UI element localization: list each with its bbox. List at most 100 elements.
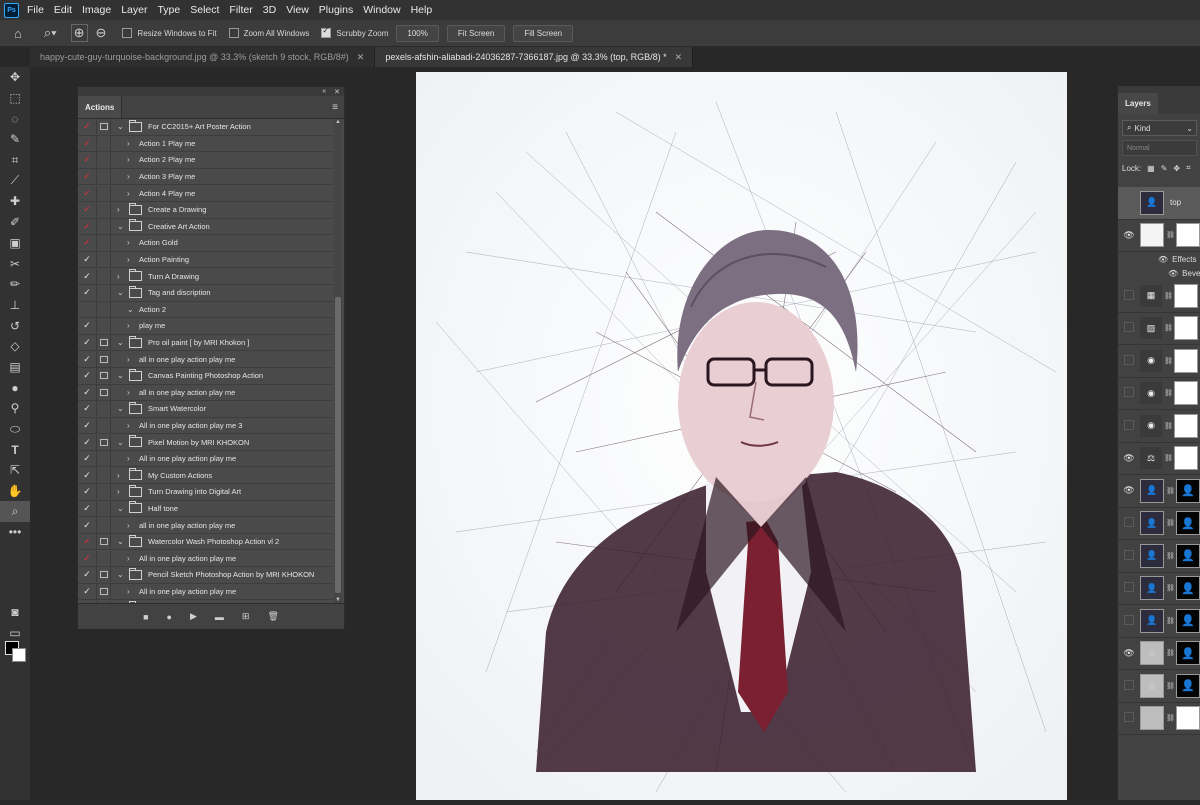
visibility-toggle-icon[interactable]	[1118, 550, 1140, 562]
action-set-row[interactable]: ✓›Create a Drawing	[78, 202, 333, 219]
layer-mask-thumbnail[interactable]	[1174, 349, 1198, 373]
quick-selection-tool-icon[interactable]: ✎	[0, 129, 30, 150]
eye-icon[interactable]: 👁	[1118, 648, 1140, 659]
dialog-toggle-icon[interactable]	[96, 302, 111, 317]
menu-3d[interactable]: 3D	[263, 4, 276, 16]
layer-mask-thumbnail[interactable]	[1176, 223, 1200, 247]
layer-row[interactable]: 👤⛓👤	[1118, 540, 1200, 573]
visibility-toggle-icon[interactable]	[1118, 420, 1140, 432]
dialog-toggle-icon[interactable]	[96, 269, 111, 284]
layer-row[interactable]: ☺⛓👤	[1118, 670, 1200, 703]
scissors-tool-icon[interactable]: ✂	[0, 253, 30, 274]
lock-image-icon[interactable]: ✎	[1161, 164, 1168, 173]
layer-row[interactable]: 👤top	[1118, 187, 1200, 220]
layer-row[interactable]: ◉⛓	[1118, 410, 1200, 443]
layer-row[interactable]: 👤⛓👤	[1118, 508, 1200, 541]
action-set-row[interactable]: ✓⌄Creative Art Action	[78, 219, 333, 236]
action-row[interactable]: ✓›all in one play action play me	[78, 351, 333, 368]
layer-mask-thumbnail[interactable]	[1176, 706, 1200, 730]
layer-row[interactable]: ⛓	[1118, 703, 1200, 736]
fill-screen-button[interactable]: Fill Screen	[513, 25, 573, 42]
zoom-all-windows-checkbox[interactable]: Zoom All Windows	[229, 28, 310, 38]
dialog-toggle-icon[interactable]	[96, 352, 111, 367]
scrubby-zoom-checkbox[interactable]: Scrubby Zoom	[321, 28, 388, 38]
camera-layer-thumbnail-icon[interactable]: ◉	[1140, 382, 1162, 404]
dialog-toggle-icon[interactable]	[96, 285, 111, 300]
menu-image[interactable]: Image	[82, 4, 111, 16]
zoom-percent-field[interactable]: 100%	[396, 25, 438, 42]
action-row[interactable]: ✓›play me	[78, 318, 333, 335]
photo-layer-thumbnail-icon[interactable]: 👤	[1140, 479, 1164, 503]
action-set-row[interactable]: ✓›Turn A Drawing	[78, 268, 333, 285]
chevron-right-icon[interactable]: ›	[127, 554, 139, 563]
healing-brush-tool-icon[interactable]: ✚	[0, 191, 30, 212]
dialog-toggle-icon[interactable]	[96, 152, 111, 167]
dialog-toggle-icon[interactable]	[96, 451, 111, 466]
hand-tool-icon[interactable]: ✋	[0, 481, 30, 502]
scrollbar-thumb[interactable]	[335, 297, 341, 593]
photo-layer-thumbnail-icon[interactable]: 👤	[1140, 576, 1164, 600]
eye-icon[interactable]: 👁	[1118, 453, 1140, 464]
scroll-up-icon[interactable]: ▲	[334, 119, 342, 125]
action-row[interactable]: ✓›Action 3 Play me	[78, 169, 333, 186]
chain-link-icon[interactable]: ⛓	[1166, 487, 1174, 495]
chevron-right-icon[interactable]: ›	[127, 355, 139, 364]
resize-windows-checkbox[interactable]: Resize Windows to Fit	[122, 28, 216, 38]
layer-mask-thumbnail[interactable]	[1174, 381, 1198, 405]
chain-link-icon[interactable]: ⛓	[1164, 422, 1172, 430]
menu-select[interactable]: Select	[190, 4, 219, 16]
dialog-toggle-icon[interactable]	[96, 385, 111, 400]
chevron-right-icon[interactable]: ›	[117, 487, 129, 496]
toggle-check-icon[interactable]: ✓	[78, 520, 96, 531]
toggle-check-icon[interactable]: ✓	[78, 337, 96, 348]
layer-row[interactable]: 👁⛓	[1118, 220, 1200, 253]
layer-mask-thumbnail[interactable]: 👤	[1176, 511, 1200, 535]
dialog-toggle-icon[interactable]	[96, 136, 111, 151]
zoom-out-icon[interactable]: ⊖	[96, 25, 107, 41]
action-set-row[interactable]: ✓⌄Pro oil paint [ by MRI Khokon ]	[78, 335, 333, 352]
toggle-check-icon[interactable]: ✓	[78, 271, 96, 282]
chain-link-icon[interactable]: ⛓	[1164, 389, 1172, 397]
action-row[interactable]: ✓›All in one play action play me	[78, 451, 333, 468]
new-set-folder-icon[interactable]: ▬	[215, 612, 224, 622]
chevron-down-icon[interactable]: ⌄	[117, 570, 129, 579]
blur-tool-icon[interactable]: ●	[0, 377, 30, 398]
chevron-right-icon[interactable]: ›	[117, 205, 129, 214]
dialog-toggle-icon[interactable]	[96, 169, 111, 184]
chevron-right-icon[interactable]: ›	[127, 454, 139, 463]
chain-link-icon[interactable]: ⛓	[1164, 324, 1172, 332]
blend-mode-select[interactable]: Normal	[1122, 140, 1197, 156]
marquee-tool-icon[interactable]: ⬚	[0, 88, 30, 109]
trash-icon[interactable]: 🗑	[267, 611, 278, 622]
layer-row[interactable]: ▧⛓	[1118, 313, 1200, 346]
dialog-toggle-icon[interactable]	[96, 119, 111, 134]
toggle-check-icon[interactable]: ✓	[78, 503, 96, 514]
action-row[interactable]: ✓›All in one play action play me 3	[78, 418, 333, 435]
quick-mask-icon[interactable]: ◙	[0, 602, 30, 623]
dialog-toggle-icon[interactable]	[96, 567, 111, 582]
chevron-right-icon[interactable]: ›	[127, 321, 139, 330]
photo-layer-thumbnail-icon[interactable]: 👤	[1140, 609, 1164, 633]
layer-mask-thumbnail[interactable]: 👤	[1176, 544, 1200, 568]
dialog-toggle-icon[interactable]	[96, 501, 111, 516]
chain-link-icon[interactable]: ⛓	[1166, 682, 1174, 690]
dialog-toggle-icon[interactable]	[96, 202, 111, 217]
action-set-row[interactable]: ✓⌄Half tone	[78, 501, 333, 518]
toggle-check-icon[interactable]: ✓	[78, 486, 96, 497]
eyedropper-tool-icon[interactable]: ⟋	[0, 170, 30, 191]
tab-document-1[interactable]: happy-cute-guy-turquoise-background.jpg …	[30, 47, 375, 67]
visibility-toggle-icon[interactable]	[1118, 712, 1140, 724]
gray-layer-thumbnail-icon[interactable]	[1140, 706, 1164, 730]
chevron-down-icon[interactable]: ⌄	[117, 438, 129, 447]
layer-row[interactable]: 👁☺⛓👤	[1118, 638, 1200, 671]
chain-link-icon[interactable]: ⛓	[1166, 649, 1174, 657]
toggle-check-icon[interactable]: ✓	[78, 254, 96, 265]
photoshop-logo[interactable]: Ps	[4, 3, 19, 18]
dialog-toggle-icon[interactable]	[96, 435, 111, 450]
action-set-row[interactable]: ✓⌄Tag and discription	[78, 285, 333, 302]
scrubby-zoom-box[interactable]	[321, 28, 331, 38]
brush-tool-icon[interactable]: ✐	[0, 212, 30, 233]
type-tool-icon[interactable]: T	[0, 439, 30, 460]
chain-link-icon[interactable]: ⛓	[1166, 714, 1174, 722]
layer-row[interactable]: 👤⛓👤	[1118, 605, 1200, 638]
